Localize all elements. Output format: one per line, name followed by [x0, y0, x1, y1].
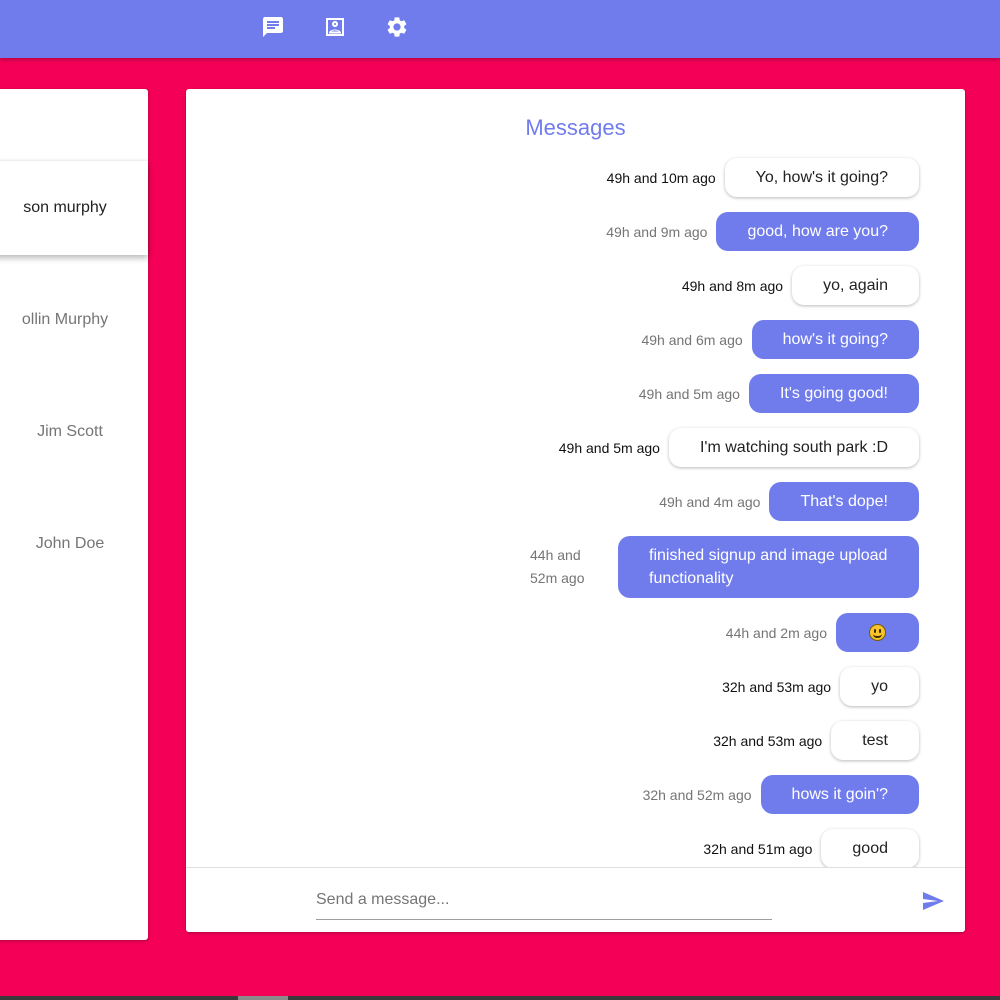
contact-item-jim-scott[interactable]: Jim Scott — [0, 385, 148, 479]
message-timestamp: 32h and 51m ago — [703, 840, 813, 857]
message-timestamp: 32h and 53m ago — [722, 678, 832, 695]
message-composer — [186, 867, 965, 932]
chat-panel: Messages 49h and 10m ago Yo, how's it go… — [186, 89, 965, 932]
message-timestamp: 49h and 4m ago — [659, 493, 761, 510]
message-row: 44h and 52m ago finished signup and imag… — [530, 536, 919, 598]
contact-name: Jim Scott — [37, 423, 103, 440]
contact-name: ollin Murphy — [21, 311, 109, 328]
message-bubble[interactable]: I'm watching south park :D — [668, 428, 919, 467]
message-row: 49h and 4m ago That's dope! — [659, 482, 919, 521]
message-input[interactable] — [316, 880, 772, 920]
contact-name: son murphy — [23, 199, 107, 216]
chat-icon[interactable] — [261, 15, 285, 39]
message-bubble[interactable]: good — [821, 829, 919, 868]
message-row: 49h and 10m ago Yo, how's it going? — [607, 158, 919, 197]
send-icon — [923, 892, 944, 910]
message-row: 49h and 5m ago It's going good! — [639, 374, 919, 413]
settings-icon[interactable] — [385, 15, 409, 39]
smiley-emoji-icon — [869, 624, 886, 641]
message-timestamp: 49h and 6m ago — [641, 331, 743, 348]
message-bubble[interactable]: It's going good! — [748, 374, 919, 413]
message-row: 49h and 8m ago yo, again — [682, 266, 919, 305]
message-bubble[interactable]: test — [831, 721, 919, 760]
message-row: 44h and 2m ago — [726, 613, 919, 652]
message-row: 32h and 52m ago hows it goin'? — [643, 775, 919, 814]
message-timestamp: 49h and 10m ago — [606, 169, 716, 186]
app-bar — [0, 0, 1000, 58]
chat-title-text: Messages — [525, 115, 626, 140]
message-row: 49h and 6m ago how's it going? — [641, 320, 919, 359]
message-timestamp: 44h and 2m ago — [725, 624, 827, 641]
message-bubble[interactable]: yo — [840, 667, 919, 706]
message-bubble[interactable]: yo, again — [792, 266, 919, 305]
message-timestamp: 32h and 53m ago — [713, 732, 823, 749]
contact-item-son-murphy[interactable]: son murphy — [0, 161, 148, 255]
message-timestamp: 49h and 5m ago — [558, 439, 660, 456]
send-button[interactable] — [920, 888, 946, 914]
message-bubble[interactable] — [836, 613, 919, 652]
message-row: 49h and 9m ago good, how are you? — [606, 212, 919, 251]
contact-name: John Doe — [35, 535, 105, 552]
message-bubble[interactable]: That's dope! — [769, 482, 919, 521]
contact-item-ollin-murphy[interactable]: ollin Murphy — [0, 273, 148, 367]
message-bubble[interactable]: finished signup and image upload functio… — [618, 536, 919, 598]
message-timestamp: 49h and 5m ago — [638, 385, 740, 402]
message-bubble[interactable]: Yo, how's it going? — [724, 158, 919, 197]
page-title: Messages — [186, 115, 965, 141]
message-row: 32h and 53m ago test — [713, 721, 919, 760]
message-row: 32h and 53m ago yo — [722, 667, 919, 706]
message-row: 49h and 5m ago I'm watching south park :… — [559, 428, 919, 467]
taskbar-item — [238, 996, 288, 1000]
message-timestamp: 49h and 8m ago — [681, 277, 784, 294]
contacts-panel: son murphy ollin Murphy Jim Scott John D… — [0, 89, 148, 940]
message-bubble[interactable]: good, how are you? — [716, 212, 919, 251]
contact-icon[interactable] — [323, 15, 347, 39]
message-timestamp: 32h and 52m ago — [642, 786, 752, 803]
message-timestamp: 49h and 9m ago — [606, 223, 708, 240]
message-row: 32h and 51m ago good — [703, 829, 919, 868]
message-timestamp: 44h and 52m ago — [530, 547, 585, 586]
contact-item-john-doe[interactable]: John Doe — [0, 497, 148, 591]
message-bubble[interactable]: how's it going? — [751, 320, 919, 359]
taskbar-strip — [0, 996, 1000, 1000]
message-bubble[interactable]: hows it goin'? — [760, 775, 919, 814]
